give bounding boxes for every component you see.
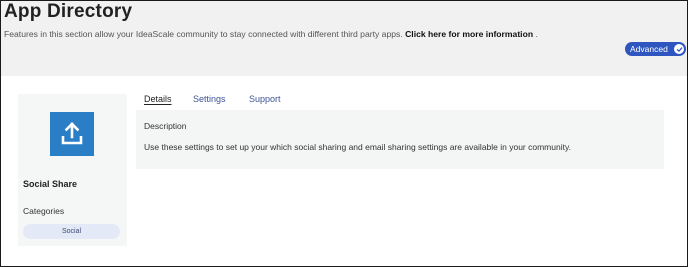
categories-label: Categories [23, 206, 65, 216]
more-info-link[interactable]: Click here for more information [405, 29, 533, 39]
check-icon [676, 46, 682, 52]
app-name: Social Share [23, 179, 78, 189]
app-frame: App Directory Features in this section a… [0, 0, 688, 267]
upload-arrow-icon [61, 122, 83, 145]
advanced-toggle[interactable]: Advanced [625, 42, 686, 56]
tab-settings[interactable]: Settings [193, 94, 226, 104]
description-text: Use these settings to set up your which … [144, 142, 571, 152]
details-panel: Description Use these settings to set up… [136, 110, 664, 169]
tab-details[interactable]: Details [144, 94, 172, 104]
tab-support[interactable]: Support [249, 94, 281, 104]
advanced-label: Advanced [630, 44, 668, 54]
description-heading: Description [144, 121, 187, 131]
page-title: App Directory [4, 1, 133, 22]
page-header: App Directory Features in this section a… [1, 1, 687, 76]
toggle-knob [674, 44, 684, 54]
category-chip-social[interactable]: Social [23, 224, 120, 239]
upload-share-icon [50, 112, 94, 156]
app-sidebar: Social Share Categories Social [18, 94, 127, 246]
intro-text: Features in this section allow your Idea… [4, 29, 403, 39]
intro-suffix: . [535, 29, 538, 39]
intro-text-line: Features in this section allow your Idea… [4, 29, 538, 39]
